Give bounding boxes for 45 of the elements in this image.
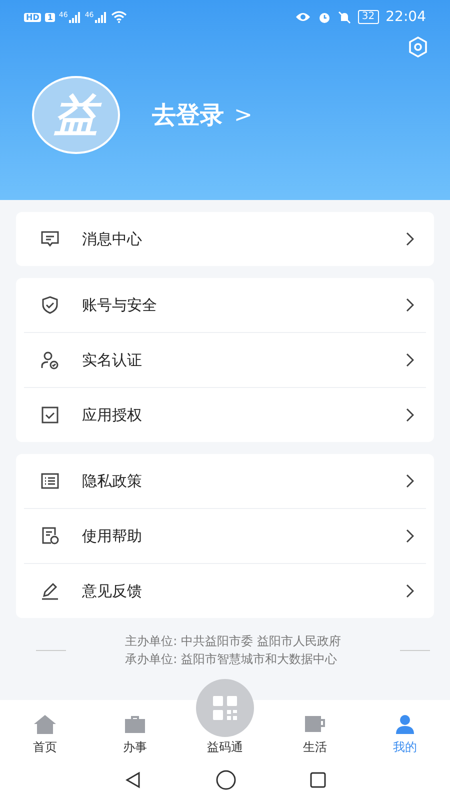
- list-icon: [40, 471, 60, 491]
- shield-check-icon: [40, 295, 60, 315]
- settings-icon[interactable]: [408, 36, 428, 58]
- briefcase-icon: [123, 713, 147, 735]
- chevron-icon: [406, 353, 414, 367]
- pencil-icon: [40, 581, 60, 601]
- menu-item[interactable]: 实名认证: [16, 333, 434, 387]
- tab-item[interactable]: 首页: [0, 713, 90, 756]
- menu-item[interactable]: 账号与安全: [16, 278, 434, 332]
- menu-item[interactable]: 应用授权: [16, 388, 434, 442]
- muted-bell-icon: [338, 10, 351, 24]
- chevron-icon: [406, 529, 414, 543]
- organizer-text: 承办单位: 益阳市智慧城市和大数据中心: [125, 651, 338, 668]
- chevron-icon: [406, 474, 414, 488]
- signal-icon: [94, 12, 107, 22]
- chevron-icon: [406, 298, 414, 312]
- tab-item[interactable]: 益码通: [180, 679, 270, 756]
- menu-item[interactable]: 隐私政策: [16, 454, 434, 508]
- menu-item[interactable]: 消息中心: [16, 212, 434, 266]
- checkbox-icon: [40, 405, 60, 425]
- clock-time: 22:04: [386, 9, 426, 25]
- hd-badge: HD: [24, 12, 42, 22]
- tab-item[interactable]: 办事: [90, 713, 180, 756]
- chevron-icon: [406, 584, 414, 598]
- back-icon[interactable]: [123, 770, 143, 790]
- home-button-icon[interactable]: [215, 769, 237, 791]
- document-icon: [40, 526, 60, 546]
- wifi-icon: [110, 11, 127, 23]
- person-icon: [393, 713, 417, 735]
- tab-item[interactable]: 生活: [270, 713, 360, 756]
- signal-icon: [68, 12, 81, 22]
- alarm-icon: [318, 10, 331, 24]
- recents-icon[interactable]: [309, 771, 327, 789]
- chevron-icon: [406, 232, 414, 246]
- sim-badge: 1: [45, 12, 55, 22]
- battery-indicator: 32: [358, 10, 379, 24]
- eye-icon: [294, 12, 311, 22]
- organizer-text: 主办单位: 中共益阳市委 益阳市人民政府: [125, 633, 341, 650]
- mug-icon: [303, 713, 327, 735]
- person-check-icon: [40, 350, 60, 370]
- chevron-icon: [406, 408, 414, 422]
- menu-item[interactable]: 意见反馈: [16, 564, 434, 618]
- menu-item[interactable]: 使用帮助: [16, 509, 434, 563]
- message-icon: [40, 229, 60, 249]
- home-icon: [33, 713, 57, 735]
